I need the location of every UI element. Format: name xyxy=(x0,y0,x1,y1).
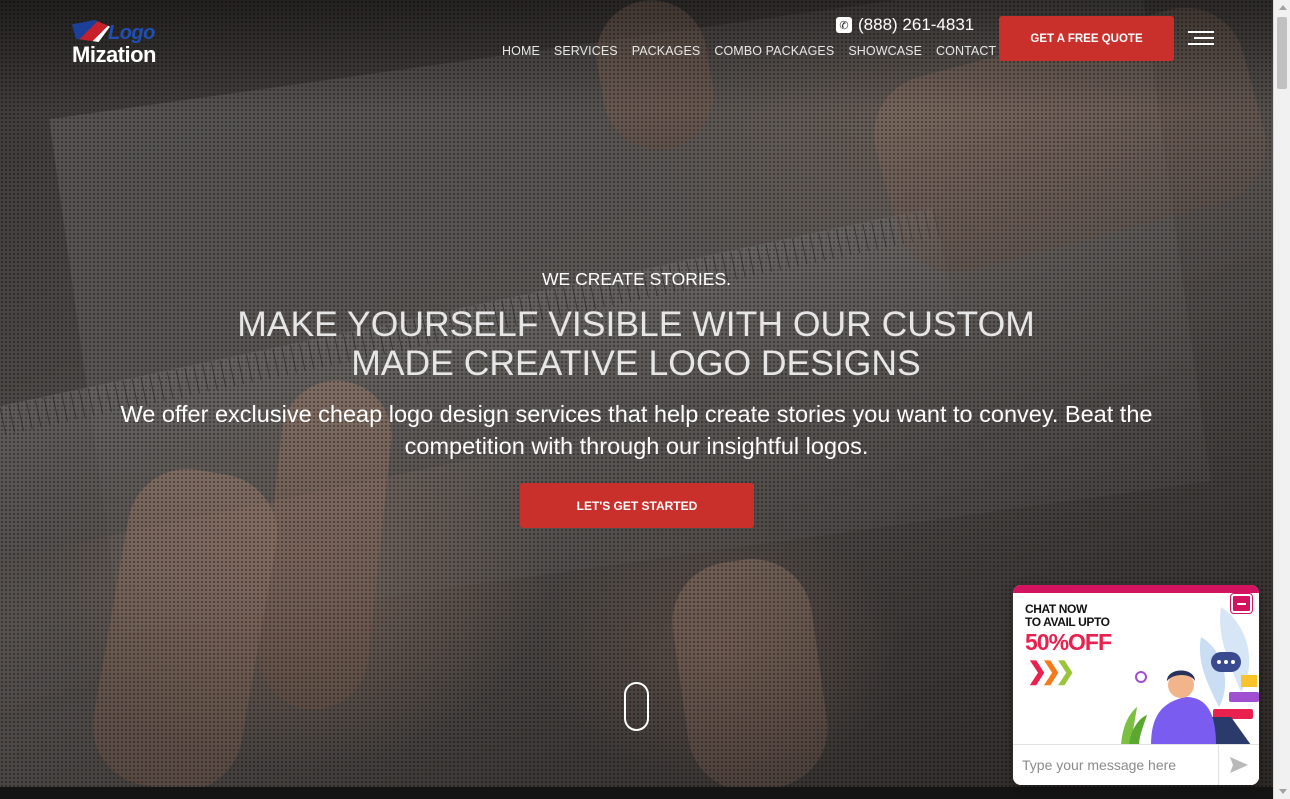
chat-widget: CHAT NOW TO AVAIL UPTO 50%OFF ❯❯❯ xyxy=(1013,585,1259,785)
scrollbar-thumb[interactable] xyxy=(1277,17,1287,89)
headline-line-1: MAKE YOURSELF VISIBLE WITH OUR CUSTOM xyxy=(237,304,1035,344)
phone-number: (888) 261-4831 xyxy=(858,15,975,34)
phone-icon: ✆ xyxy=(836,17,852,33)
lead-line-2: competition with through our insightful … xyxy=(404,433,869,459)
lead-line-1: We offer exclusive cheap logo design ser… xyxy=(120,401,1153,427)
page-bottom-strip xyxy=(0,787,1273,799)
nav-home[interactable]: HOME xyxy=(502,44,540,58)
chevrons-right-icon: ❯❯❯ xyxy=(1027,658,1075,685)
nav-packages[interactable]: PACKAGES xyxy=(632,44,701,58)
nav-services[interactable]: SERVICES xyxy=(554,44,618,58)
promo-line-1: CHAT NOW xyxy=(1025,602,1087,616)
main-nav: HOME SERVICES PACKAGES COMBO PACKAGES SH… xyxy=(502,44,996,58)
lets-get-started-button[interactable]: LET'S GET STARTED xyxy=(520,483,754,528)
nav-combo-packages[interactable]: COMBO PACKAGES xyxy=(714,44,834,58)
hamburger-menu-icon[interactable] xyxy=(1188,31,1214,45)
mouse-scroll-icon[interactable] xyxy=(624,682,649,731)
scroll-down-icon[interactable] xyxy=(1279,789,1287,794)
chat-accent-bar xyxy=(1013,585,1259,593)
promo-offer: 50%OFF xyxy=(1025,629,1112,655)
flag-icon xyxy=(72,20,110,42)
logo[interactable]: Logo Mization xyxy=(72,18,167,68)
chat-promo-text: CHAT NOW TO AVAIL UPTO xyxy=(1025,603,1110,629)
chat-message-input[interactable] xyxy=(1013,746,1218,784)
nav-contact[interactable]: CONTACT xyxy=(936,44,996,58)
hero-eyebrow: WE CREATE STORIES. xyxy=(542,269,731,289)
support-agent-illustration xyxy=(1121,607,1259,745)
promo-line-2: TO AVAIL UPTO xyxy=(1025,615,1110,629)
hero-lead: We offer exclusive cheap logo design ser… xyxy=(90,398,1183,462)
phone-link[interactable]: ✆ (888) 261-4831 xyxy=(836,15,974,35)
chat-input-row xyxy=(1013,744,1259,785)
scroll-up-icon[interactable] xyxy=(1279,5,1287,10)
minimize-icon[interactable] xyxy=(1230,593,1253,614)
get-free-quote-button[interactable]: GET A FREE QUOTE xyxy=(999,16,1174,61)
send-icon[interactable] xyxy=(1218,745,1258,785)
logo-text-bottom: Mization xyxy=(72,42,157,67)
headline-line-2: MADE CREATIVE LOGO DESIGNS xyxy=(351,343,921,383)
nav-showcase[interactable]: SHOWCASE xyxy=(848,44,922,58)
page-scrollbar[interactable] xyxy=(1273,0,1290,799)
hero-headline: MAKE YOURSELF VISIBLE WITH OUR CUSTOM MA… xyxy=(186,305,1086,383)
